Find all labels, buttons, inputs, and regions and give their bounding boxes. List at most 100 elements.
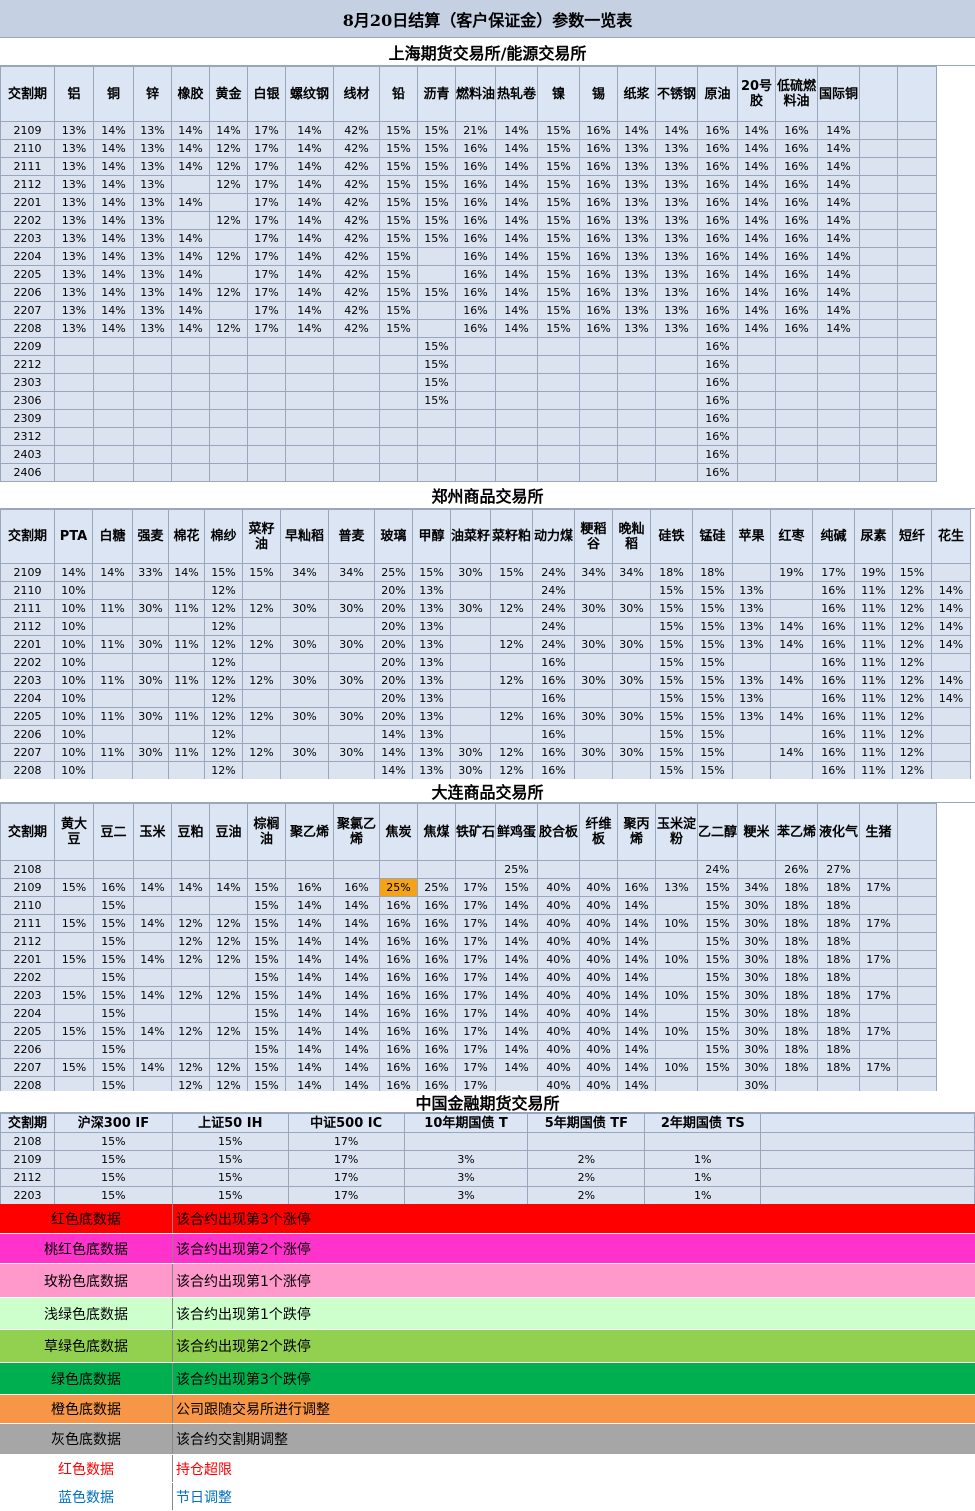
- czce-cell: 16%: [532, 653, 575, 672]
- shfe-table-row: 2312 16%: [0, 427, 937, 446]
- shfe-cell: 15%: [417, 211, 456, 230]
- czce-cell: 12%: [204, 617, 243, 636]
- dce-cell: 14%: [333, 950, 380, 969]
- dce-cell: 10%: [655, 1022, 698, 1041]
- dce-cell: 14%: [495, 1040, 538, 1059]
- shfe-cell: 16%: [697, 139, 738, 158]
- dce-cell: 17%: [859, 878, 898, 897]
- shfe-cell: 14%: [171, 283, 210, 302]
- czce-cell: 24%: [532, 581, 575, 600]
- legend-label: 蓝色数据: [0, 1483, 173, 1510]
- czce-cell: [574, 617, 613, 636]
- shfe-cell: 2206: [0, 283, 55, 302]
- shfe-cell: 14%: [737, 157, 776, 176]
- czce-cell: 12%: [892, 689, 932, 708]
- shfe-cell: 15%: [537, 175, 580, 194]
- dce-cell: 15%: [54, 1058, 94, 1077]
- shfe-cell: 15%: [417, 283, 456, 302]
- shfe-cell: 13%: [54, 121, 94, 140]
- shfe-cell: 42%: [333, 247, 380, 266]
- czce-cell: 14%: [92, 563, 133, 582]
- shfe-cell: 15%: [417, 139, 456, 158]
- dce-cell: [209, 1004, 248, 1023]
- dce-cell: 30%: [737, 1004, 776, 1023]
- shfe-table-row: 2204 13% 14% 13% 14% 12% 17% 14% 42% 15% 16% 14% 15%…: [0, 247, 937, 266]
- dce-cell: 25%: [417, 878, 456, 897]
- shfe-cell: 16%: [775, 211, 818, 230]
- czce-cell: 12%: [242, 743, 281, 762]
- dce-cell: 14%: [133, 878, 172, 897]
- shfe-cell: [171, 445, 210, 464]
- dce-cell: 15%: [247, 1004, 286, 1023]
- shfe-cell: [455, 427, 496, 446]
- legend-label: 桃红色底数据: [0, 1234, 173, 1263]
- czce-cell: [132, 653, 169, 672]
- shfe-cell: [495, 373, 538, 392]
- czce-cell: 20%: [374, 689, 413, 708]
- czce-cell: 16%: [812, 689, 855, 708]
- shfe-cell: [737, 409, 776, 428]
- czce-cell: [132, 581, 169, 600]
- shfe-cell: 13%: [133, 175, 172, 194]
- shfe-cell: 16%: [775, 139, 818, 158]
- czce-cell: 12%: [892, 761, 932, 780]
- shfe-cell: 14%: [285, 121, 334, 140]
- cffex-cell: 15%: [53, 1132, 173, 1151]
- shfe-cell: 14%: [737, 265, 776, 284]
- shfe-cell: 14%: [285, 283, 334, 302]
- dce-cell: [897, 932, 937, 951]
- shfe-header-cell: 铜: [93, 66, 134, 122]
- dce-cell: 15%: [93, 1058, 134, 1077]
- czce-table-row: 2203 10% 11% 30% 11% 12% 12% 30% 30% 20% 13% 12% 16%…: [0, 671, 971, 690]
- shfe-cell: 16%: [697, 409, 738, 428]
- shfe-cell: [333, 445, 380, 464]
- czce-cell: 12%: [204, 653, 243, 672]
- shfe-cell: 14%: [495, 157, 538, 176]
- shfe-header-cell: 橡胶: [171, 66, 210, 122]
- dce-header-cell: 液化气: [817, 803, 860, 861]
- dce-cell: [897, 968, 937, 987]
- dce-cell: 40%: [579, 914, 618, 933]
- shfe-cell: 14%: [93, 157, 134, 176]
- dce-cell: [859, 968, 898, 987]
- legend-description: 该合约出现第2个涨停: [176, 1241, 311, 1258]
- czce-header-cell: 棉纱: [204, 509, 243, 564]
- shfe-cell: [737, 373, 776, 392]
- shfe-cell: 14%: [285, 229, 334, 248]
- dce-table-row: 2201 15% 15% 14% 12% 12% 15% 14% 14% 16% 16% 17% 14%…: [0, 950, 937, 969]
- czce-cell: 30%: [612, 671, 651, 690]
- dce-cell: [133, 1004, 172, 1023]
- shfe-cell: [897, 193, 937, 212]
- shfe-cell: [285, 355, 334, 374]
- shfe-cell: 14%: [93, 283, 134, 302]
- dce-cell: 15%: [247, 896, 286, 915]
- dce-header-cell: 鲜鸡蛋: [495, 803, 538, 861]
- dce-cell: [737, 860, 776, 879]
- czce-cell: [92, 617, 133, 636]
- czce-table-row: 2202 10% 12% 20% 13% 16% 15% 15% 16% 11% 12%: [0, 653, 971, 672]
- dce-cell: 18%: [775, 1058, 818, 1077]
- shfe-cell: [54, 409, 94, 428]
- dce-cell: 14%: [333, 932, 380, 951]
- czce-header-cell: 苹果: [732, 509, 771, 564]
- shfe-cell: 14%: [171, 121, 210, 140]
- shfe-cell: [897, 337, 937, 356]
- shfe-cell: [54, 445, 94, 464]
- shfe-cell: [209, 463, 248, 482]
- dce-cell: 15%: [247, 914, 286, 933]
- shfe-cell: [247, 337, 286, 356]
- czce-cell: 12%: [204, 725, 243, 744]
- cffex-cell: [644, 1132, 762, 1151]
- shfe-cell: [859, 211, 898, 230]
- czce-cell: 30%: [574, 707, 613, 726]
- shfe-cell: [737, 391, 776, 410]
- dce-cell: 17%: [455, 968, 496, 987]
- shfe-cell: 12%: [209, 283, 248, 302]
- shfe-cell: [655, 391, 698, 410]
- czce-cell: [328, 725, 375, 744]
- czce-cell: 12%: [892, 653, 932, 672]
- czce-cell: 12%: [892, 671, 932, 690]
- dce-cell: [209, 896, 248, 915]
- shfe-cell: [897, 463, 937, 482]
- dce-cell: 18%: [817, 878, 860, 897]
